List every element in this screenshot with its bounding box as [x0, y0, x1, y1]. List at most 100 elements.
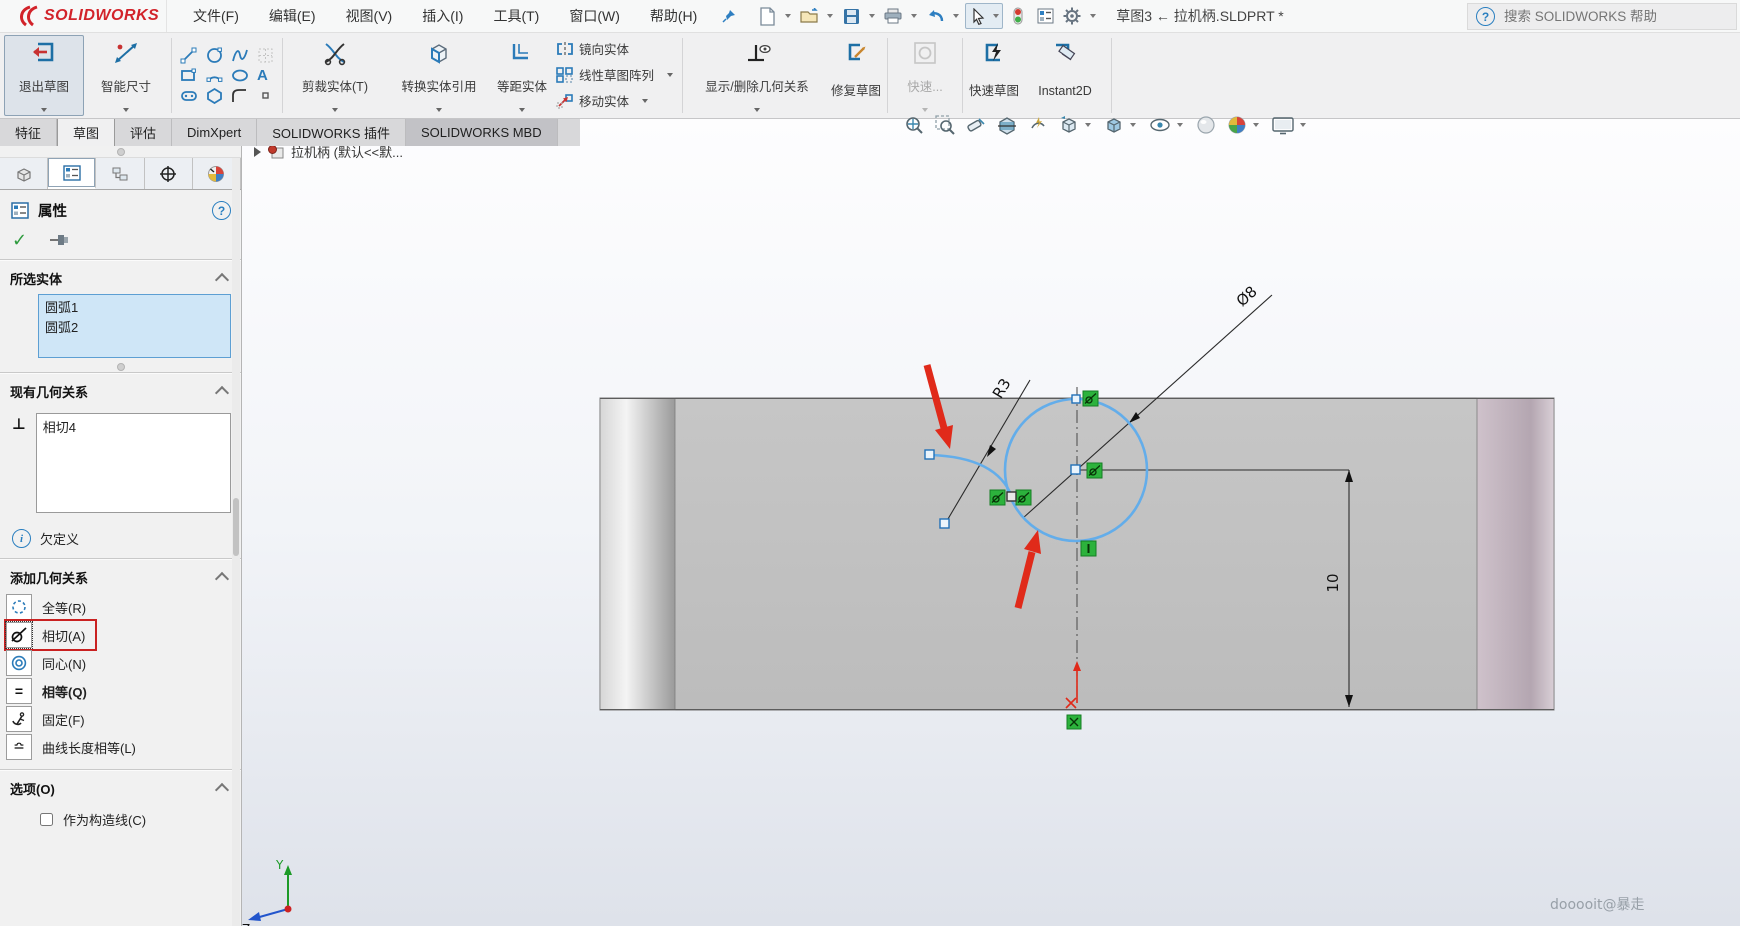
tab-dimxpert-manager[interactable] — [145, 158, 193, 189]
circle-center-handle[interactable] — [1071, 465, 1080, 474]
dynamic-annotation-icon[interactable] — [1027, 114, 1049, 136]
previous-view-icon[interactable] — [965, 114, 987, 136]
display-delete-relations-caret[interactable] — [754, 108, 760, 112]
line-tool-icon[interactable] — [180, 47, 197, 64]
move-entities-caret[interactable] — [642, 99, 648, 103]
instant2d-button[interactable]: Instant2D — [1022, 35, 1108, 116]
open-document-button[interactable] — [797, 4, 821, 28]
tab-evaluate[interactable]: 评估 — [115, 119, 172, 146]
exit-sketch-caret[interactable] — [41, 108, 47, 112]
slot-tool-icon[interactable] — [180, 87, 198, 104]
tab-features[interactable]: 特征 — [0, 119, 57, 146]
selected-entity-item[interactable]: 圆弧1 — [45, 298, 224, 318]
tangent-relation-badge[interactable] — [990, 490, 1005, 505]
rectangle-tool-icon[interactable] — [180, 67, 197, 84]
tab-configuration-manager[interactable] — [96, 158, 144, 189]
edit-appearance-icon[interactable] — [1195, 114, 1217, 136]
point-tool-icon[interactable] — [257, 87, 274, 104]
section-view-icon[interactable] — [996, 114, 1018, 136]
selected-entities-header[interactable]: 所选实体 — [0, 261, 241, 294]
tangent-point-handle[interactable] — [1007, 492, 1016, 501]
selected-entities-listbox[interactable]: 圆弧1 圆弧2 — [38, 294, 231, 358]
convert-entities-caret[interactable] — [436, 108, 442, 112]
collapse-chevron-icon[interactable] — [215, 783, 229, 797]
existing-relation-item[interactable]: 相切4 — [43, 417, 224, 436]
fillet-tool-icon[interactable] — [231, 87, 248, 104]
ellipse-tool-icon[interactable] — [231, 67, 249, 84]
move-entities-button[interactable]: 移动实体 — [556, 91, 673, 110]
collapse-chevron-icon[interactable] — [215, 572, 229, 586]
trim-entities-button[interactable]: 剪裁实体(T) — [286, 35, 384, 116]
collapse-chevron-icon[interactable] — [215, 273, 229, 287]
offset-entities-button[interactable]: 等距实体 — [494, 35, 550, 116]
menu-window[interactable]: 窗口(W) — [569, 6, 620, 26]
relation-fix-button[interactable]: 固定(F) — [6, 705, 95, 733]
relation-concentric-button[interactable]: 同心(N) — [6, 649, 96, 677]
options-header[interactable]: 选项(O) — [0, 771, 241, 804]
panel-splitter[interactable] — [0, 146, 241, 158]
menu-help[interactable]: 帮助(H) — [650, 6, 697, 26]
offset-entities-caret[interactable] — [519, 108, 525, 112]
pin-toolbar-icon[interactable] — [717, 4, 741, 28]
tab-feature-manager[interactable] — [0, 158, 48, 189]
tab-addins[interactable]: SOLIDWORKS 插件 — [257, 119, 406, 146]
new-document-caret[interactable] — [785, 14, 791, 18]
existing-relations-header[interactable]: 现有几何关系 — [0, 374, 241, 407]
vertical-relation-badge[interactable] — [1081, 541, 1096, 556]
linear-pattern-caret[interactable] — [667, 73, 673, 77]
view-orientation-icon[interactable] — [1058, 114, 1094, 136]
search-input[interactable] — [1502, 8, 1706, 25]
relation-tangent-button[interactable]: 相切(A) — [6, 621, 95, 649]
select-caret[interactable] — [993, 14, 999, 18]
diameter-dimension-text[interactable]: Ø8 — [1233, 282, 1261, 310]
undo-button[interactable] — [923, 4, 947, 28]
panel-scrollbar[interactable] — [232, 158, 240, 926]
view-settings-caret[interactable] — [1300, 123, 1306, 127]
relation-equal-button[interactable]: = 相等(Q) — [6, 677, 97, 705]
relation-coradial-button[interactable]: 全等(R) — [6, 593, 96, 621]
part-right-fillet-face[interactable] — [1477, 398, 1554, 710]
display-style-icon[interactable] — [1103, 114, 1139, 136]
menu-view[interactable]: 视图(V) — [346, 6, 393, 26]
arc-tool-icon[interactable] — [206, 67, 223, 84]
zoom-fit-icon[interactable] — [903, 114, 925, 136]
tab-property-manager[interactable] — [48, 158, 96, 189]
rapid-sketch-button[interactable]: 快速草图 — [966, 35, 1022, 116]
convert-entities-button[interactable]: 转换实体引用 — [384, 35, 494, 116]
part-left-fillet-face[interactable] — [600, 398, 675, 710]
arc-endpoint-handle[interactable] — [925, 450, 934, 459]
print-button[interactable] — [881, 4, 905, 28]
print-caret[interactable] — [911, 14, 917, 18]
spline-tool-icon[interactable] — [231, 47, 249, 64]
scrollbar-thumb[interactable] — [233, 498, 239, 556]
polygon-tool-icon[interactable] — [206, 87, 223, 104]
tab-mbd[interactable]: SOLIDWORKS MBD — [406, 119, 558, 146]
open-document-caret[interactable] — [827, 14, 833, 18]
add-relations-header[interactable]: 添加几何关系 — [0, 560, 241, 593]
apply-scene-icon[interactable] — [1226, 114, 1262, 136]
tangent-relation-badge[interactable] — [1016, 490, 1031, 505]
new-document-button[interactable] — [755, 4, 779, 28]
menu-insert[interactable]: 插入(I) — [422, 6, 463, 26]
save-caret[interactable] — [869, 14, 875, 18]
circle-tool-icon[interactable] — [206, 47, 223, 64]
trim-entities-caret[interactable] — [332, 108, 338, 112]
hide-show-items-icon[interactable] — [1148, 114, 1186, 136]
tangent-relation-badge[interactable] — [1083, 391, 1098, 406]
pin-button[interactable] — [49, 233, 69, 247]
menu-edit[interactable]: 编辑(E) — [269, 6, 316, 26]
zoom-to-area-icon[interactable] — [934, 114, 956, 136]
tab-dimxpert[interactable]: DimXpert — [172, 119, 257, 146]
view-orientation-caret[interactable] — [1085, 123, 1091, 127]
panel-help-icon[interactable]: ? — [212, 201, 231, 220]
help-search-box[interactable]: ? — [1467, 3, 1737, 30]
mirror-entities-button[interactable]: 镜向实体 — [556, 39, 673, 58]
selected-entity-item[interactable]: 圆弧2 — [45, 318, 224, 338]
listbox-resize-handle[interactable] — [0, 362, 241, 372]
menu-file[interactable]: 文件(F) — [193, 6, 239, 26]
expand-arrow-icon[interactable] — [254, 147, 261, 157]
circle-top-point-handle[interactable] — [1072, 395, 1080, 403]
display-style-caret[interactable] — [1130, 123, 1136, 127]
coincident-relation-badge[interactable] — [1067, 715, 1081, 729]
menu-tools[interactable]: 工具(T) — [493, 6, 539, 26]
